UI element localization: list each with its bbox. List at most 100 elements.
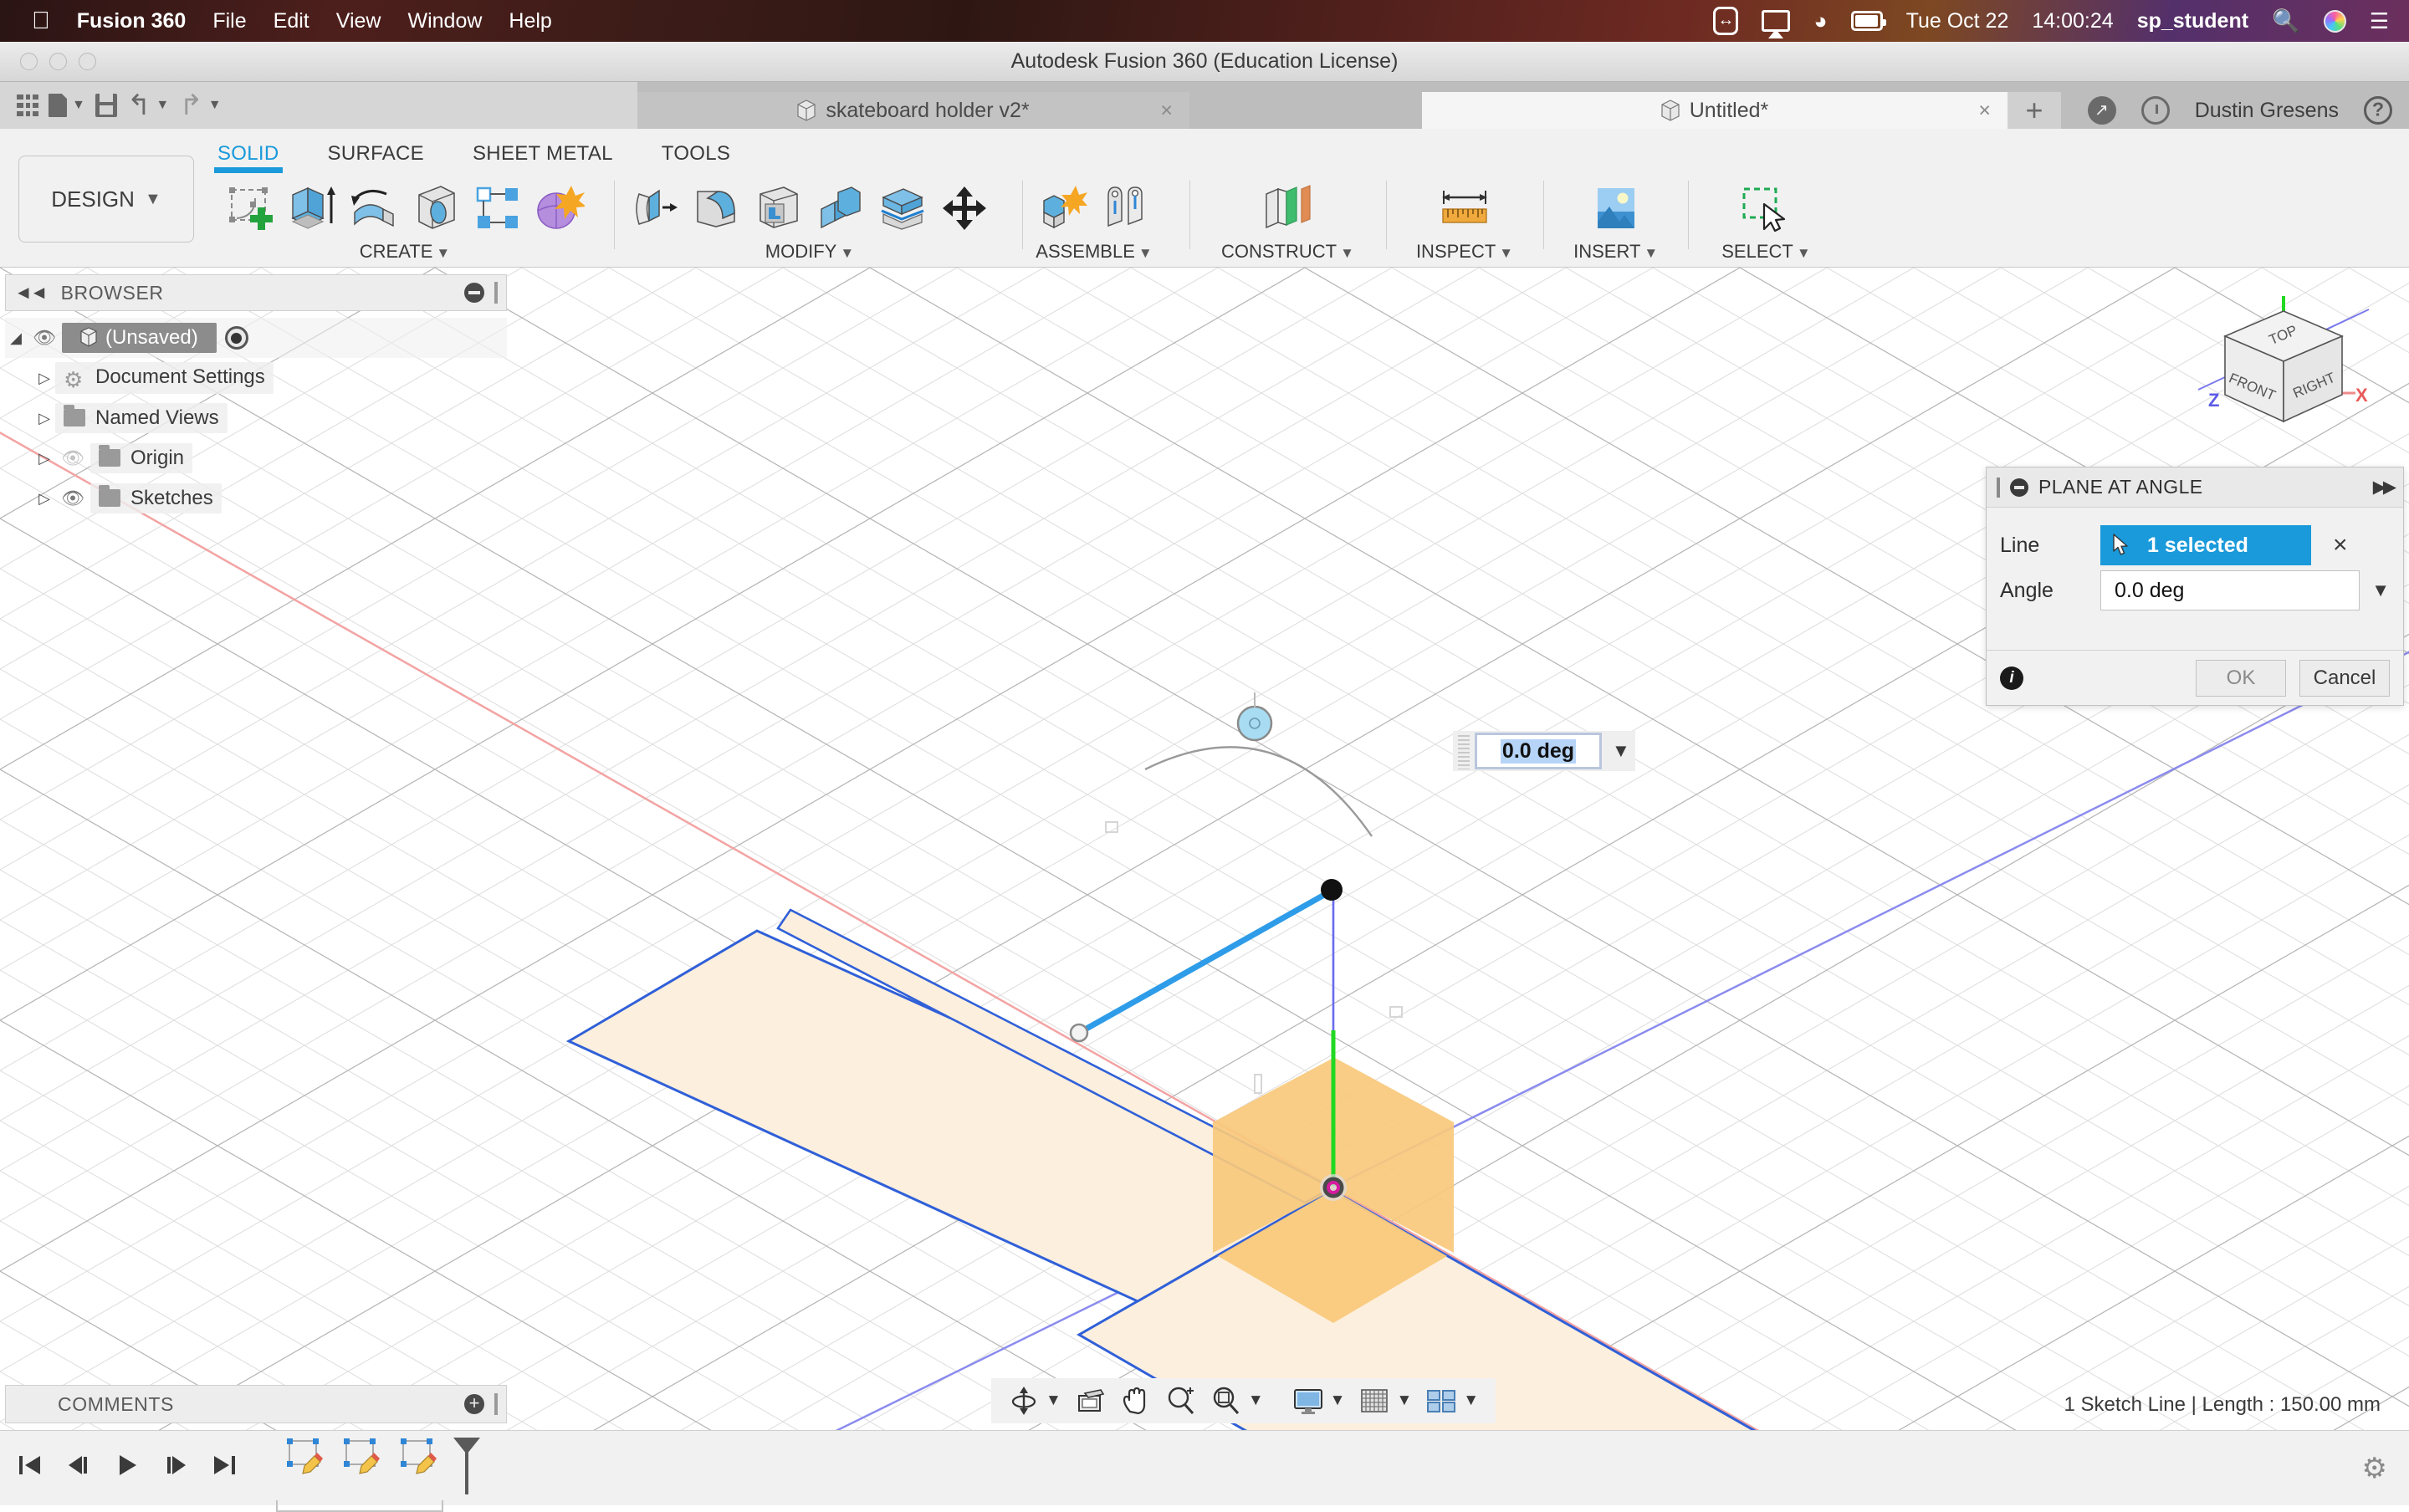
visibility-eye-icon[interactable]: 👁 bbox=[55, 488, 90, 509]
canvas-angle-input[interactable]: 0.0 deg bbox=[1475, 733, 1602, 769]
battery-icon[interactable] bbox=[1851, 11, 1883, 31]
pattern-icon[interactable] bbox=[467, 178, 529, 238]
ribbon-tab-solid[interactable]: SOLID bbox=[217, 137, 279, 171]
drag-handle-icon[interactable] bbox=[1458, 733, 1470, 769]
expand-arrow-icon[interactable]: ▷ bbox=[33, 410, 55, 427]
share-icon[interactable] bbox=[2088, 96, 2116, 125]
ribbon-group-label[interactable]: INSERT▼ bbox=[1573, 241, 1658, 263]
close-icon[interactable]: × bbox=[1160, 99, 1173, 123]
orbit-button[interactable]: ▼ bbox=[1008, 1385, 1061, 1417]
swap-icon[interactable] bbox=[1713, 7, 1738, 35]
undo-button[interactable]: ↰ ▼ bbox=[127, 94, 169, 117]
collapse-left-icon[interactable]: ◄◄ bbox=[14, 282, 46, 304]
info-icon[interactable]: i bbox=[2000, 667, 2023, 690]
ribbon-tab-tools[interactable]: TOOLS bbox=[662, 137, 730, 171]
expand-right-icon[interactable]: ▶▶ bbox=[2373, 477, 2393, 498]
ribbon-group-label[interactable]: SELECT▼ bbox=[1721, 241, 1810, 263]
joint-icon[interactable] bbox=[1094, 178, 1156, 238]
look-at-button[interactable] bbox=[1075, 1385, 1107, 1417]
cancel-button[interactable]: Cancel bbox=[2299, 660, 2390, 697]
expand-arrow-icon[interactable]: ▷ bbox=[33, 370, 55, 387]
insert-image-icon[interactable] bbox=[1585, 178, 1647, 238]
split-face-icon[interactable] bbox=[872, 178, 933, 238]
plane-at-angle-dialog[interactable]: PLANE AT ANGLE ▶▶ Line 1 selected × Angl… bbox=[1986, 467, 2404, 706]
timeline-marker-icon[interactable] bbox=[450, 1436, 483, 1500]
zoom-button[interactable] bbox=[1165, 1385, 1197, 1417]
account-user-name[interactable]: Dustin Gresens bbox=[2195, 99, 2339, 123]
visibility-eye-icon[interactable]: 👁 bbox=[27, 327, 62, 349]
line-selection-chip[interactable]: 1 selected bbox=[2100, 525, 2311, 565]
minimize-icon[interactable] bbox=[2010, 478, 2028, 497]
play-icon[interactable] bbox=[114, 1452, 141, 1485]
measure-icon[interactable] bbox=[1434, 178, 1496, 238]
extrude-icon[interactable] bbox=[281, 178, 343, 238]
ribbon-group-label[interactable]: MODIFY▼ bbox=[765, 241, 854, 263]
ribbon-tab-surface[interactable]: SURFACE bbox=[328, 137, 424, 171]
ribbon-tab-sheet-metal[interactable]: SHEET METAL bbox=[473, 137, 613, 171]
create-sketch-icon[interactable] bbox=[219, 178, 281, 238]
angle-input-field[interactable]: 0.0 deg bbox=[2100, 570, 2360, 610]
chevron-down-icon[interactable]: ▼ bbox=[1612, 740, 1630, 762]
ribbon-group-label[interactable]: CONSTRUCT▼ bbox=[1221, 241, 1354, 263]
browser-item-document-settings[interactable]: ▷ ⚙Document Settings bbox=[5, 358, 507, 398]
panel-resize-grip[interactable] bbox=[494, 1393, 498, 1415]
airplay-icon[interactable] bbox=[1762, 10, 1790, 32]
sweep-icon[interactable] bbox=[405, 178, 467, 238]
browser-item-unsaved[interactable]: ◢ 👁 (Unsaved) bbox=[5, 318, 507, 358]
browser-item-named-views[interactable]: ▷ Named Views bbox=[5, 398, 507, 438]
browser-item-sketches[interactable]: ▷ 👁 Sketches bbox=[5, 478, 507, 518]
menu-item-help[interactable]: Help bbox=[509, 9, 551, 33]
ribbon-group-label[interactable]: INSPECT▼ bbox=[1416, 241, 1513, 263]
ribbon-group-label[interactable]: CREATE▼ bbox=[360, 241, 450, 263]
press-pull-icon[interactable] bbox=[624, 178, 686, 238]
close-icon[interactable]: × bbox=[1978, 99, 1991, 123]
shell-icon[interactable] bbox=[748, 178, 810, 238]
app-grid-icon[interactable] bbox=[17, 94, 38, 116]
pan-button[interactable] bbox=[1120, 1385, 1152, 1417]
revolve-icon[interactable] bbox=[343, 178, 405, 238]
menu-item-file[interactable]: File bbox=[212, 9, 246, 33]
document-tab-untitled[interactable]: Untitled* × bbox=[1422, 92, 2008, 129]
new-tab-button[interactable]: + bbox=[2008, 92, 2061, 129]
apple-logo-icon[interactable]:  bbox=[32, 9, 50, 33]
add-comment-icon[interactable] bbox=[464, 1394, 484, 1414]
new-component-icon[interactable] bbox=[1032, 178, 1094, 238]
fit-button[interactable]: ▼ bbox=[1210, 1385, 1264, 1417]
expand-arrow-icon[interactable]: ◢ bbox=[5, 329, 27, 347]
dialog-drag-grip[interactable] bbox=[1997, 478, 2000, 498]
activate-component-radio[interactable] bbox=[225, 326, 248, 350]
help-icon[interactable] bbox=[2364, 96, 2392, 125]
notification-list-icon[interactable]: ☰ bbox=[2370, 8, 2389, 34]
step-back-icon[interactable] bbox=[65, 1452, 92, 1485]
search-icon[interactable]: 🔍 bbox=[2272, 8, 2300, 34]
step-forward-icon[interactable] bbox=[162, 1452, 189, 1485]
panel-resize-grip[interactable] bbox=[494, 282, 498, 304]
menu-item-fusion360[interactable]: Fusion 360 bbox=[77, 9, 187, 33]
menu-item-edit[interactable]: Edit bbox=[274, 9, 309, 33]
gear-icon[interactable]: ⚙ bbox=[2362, 1452, 2387, 1485]
select-window-icon[interactable] bbox=[1735, 178, 1797, 238]
offset-plane-icon[interactable] bbox=[1256, 178, 1318, 238]
go-to-beginning-icon[interactable] bbox=[17, 1452, 43, 1485]
timeline-feature-sketch-1[interactable] bbox=[283, 1436, 330, 1479]
minimize-icon[interactable] bbox=[464, 283, 484, 303]
save-button[interactable] bbox=[95, 94, 117, 117]
timeline-feature-sketch-2[interactable] bbox=[340, 1436, 386, 1479]
clear-selection-icon[interactable]: × bbox=[2333, 531, 2348, 559]
wifi-icon[interactable]: ◕ bbox=[1813, 8, 1827, 34]
go-to-end-icon[interactable] bbox=[211, 1452, 238, 1485]
menubar-username[interactable]: sp_student bbox=[2137, 9, 2248, 33]
grid-snaps-button[interactable]: ▼ bbox=[1358, 1385, 1412, 1417]
new-file-button[interactable]: ▼ bbox=[49, 94, 85, 117]
expand-arrow-icon[interactable]: ▷ bbox=[33, 490, 55, 508]
menu-item-window[interactable]: Window bbox=[407, 9, 482, 33]
move-copy-icon[interactable] bbox=[933, 178, 995, 238]
redo-button[interactable]: ↱ ▼ bbox=[179, 94, 221, 117]
browser-item-origin[interactable]: ▷ 👁 Origin bbox=[5, 438, 507, 478]
ribbon-group-label[interactable]: ASSEMBLE▼ bbox=[1036, 241, 1152, 263]
document-tab-skateboard-holder[interactable]: skateboard holder v2* × bbox=[637, 92, 1189, 129]
ok-button[interactable]: OK bbox=[2196, 660, 2286, 697]
menu-item-view[interactable]: View bbox=[336, 9, 381, 33]
chevron-down-icon[interactable]: ▼ bbox=[2371, 580, 2390, 601]
visibility-eye-off-icon[interactable]: 👁 bbox=[55, 447, 90, 469]
